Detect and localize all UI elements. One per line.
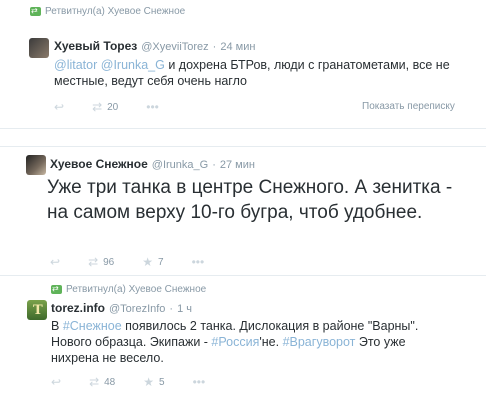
- reply-icon: ↩: [51, 375, 62, 389]
- author-handle[interactable]: @Irunka_G: [152, 159, 208, 171]
- retweet-count: 20: [107, 101, 119, 113]
- tweet-1[interactable]: Ретвитнул(а) Хуевое Снежное Хуевый Торез…: [0, 0, 486, 129]
- separator: ·: [169, 303, 174, 315]
- favorite-count: 5: [159, 376, 165, 388]
- retweet-context: Ретвитнул(а) Хуевое Снежное: [51, 284, 206, 295]
- retweet-count: 96: [103, 256, 115, 268]
- retweet-icon: ⇄: [88, 255, 99, 269]
- more-icon: •••: [192, 375, 206, 389]
- retweet-context-text[interactable]: Ретвитнул(а) Хуевое Снежное: [45, 6, 185, 17]
- retweet-badge-icon: [30, 6, 41, 16]
- more-icon: •••: [146, 100, 159, 114]
- tweet-actions: ↩ ⇄ 96 ★ 7 •••: [50, 255, 232, 269]
- star-icon: ★: [143, 375, 155, 389]
- more-button[interactable]: •••: [192, 255, 205, 269]
- star-icon: ★: [142, 255, 154, 269]
- author-handle[interactable]: @TorezInfo: [109, 303, 165, 315]
- favorite-button[interactable]: ★ 7: [142, 255, 163, 269]
- reply-button[interactable]: ↩: [54, 100, 64, 114]
- reply-icon: ↩: [50, 255, 61, 269]
- more-icon: •••: [191, 255, 205, 269]
- separator: ·: [212, 41, 217, 53]
- hashtag-link[interactable]: #Врагуворот: [283, 335, 356, 349]
- retweet-button[interactable]: ⇄ 48: [89, 375, 115, 389]
- more-button[interactable]: •••: [193, 375, 206, 389]
- retweet-badge-icon: [51, 284, 62, 294]
- tweet-header: Хуевый Торез @XyeviiTorez · 24 мин: [54, 39, 255, 53]
- tweet-header: Хуевое Снежное @Irunka_G · 27 мин: [50, 157, 255, 171]
- favorite-button[interactable]: ★ 5: [143, 375, 164, 389]
- tweet-text: @litator @Irunka_G и дохрена БТРов, люди…: [54, 57, 464, 89]
- tweet-actions: ↩ ⇄ 48 ★ 5 •••: [51, 375, 233, 389]
- author-name[interactable]: torez.info: [51, 301, 105, 315]
- tweet-header: torez.info @TorezInfo · 1 ч: [51, 301, 192, 315]
- hashtag-link[interactable]: #Россия: [211, 335, 259, 349]
- retweet-icon: ⇄: [92, 100, 103, 114]
- author-handle[interactable]: @XyeviiTorez: [141, 41, 208, 53]
- more-button[interactable]: •••: [146, 100, 159, 114]
- tweet-text: Уже три танка в центре Снежного. А зенит…: [47, 177, 453, 223]
- author-name[interactable]: Хуевое Снежное: [50, 157, 148, 171]
- separator: ·: [212, 159, 216, 171]
- tweet-2[interactable]: Хуевое Снежное @Irunka_G · 27 мин Уже тр…: [0, 146, 486, 276]
- retweet-count: 48: [104, 376, 116, 388]
- hashtag-link[interactable]: #Снежное: [63, 319, 122, 333]
- favorite-count: 7: [158, 256, 164, 268]
- retweet-icon: ⇄: [89, 375, 100, 389]
- retweet-button[interactable]: ⇄ 20: [92, 100, 118, 114]
- tweet-text-segment: 'не.: [259, 335, 283, 349]
- tweet-text: В #Снежное появилось 2 танка. Дислокация…: [51, 318, 456, 366]
- avatar[interactable]: [27, 300, 47, 320]
- avatar[interactable]: [29, 38, 49, 58]
- timestamp[interactable]: 27 мин: [220, 159, 255, 171]
- retweet-context-text[interactable]: Ретвитнул(а) Хуевое Снежное: [66, 284, 206, 295]
- author-name[interactable]: Хуевый Торез: [54, 39, 137, 53]
- tweet-3[interactable]: Ретвитнул(а) Хуевое Снежное torez.info @…: [0, 276, 486, 400]
- reply-icon: ↩: [54, 100, 65, 114]
- tweet-text-segment: В: [51, 319, 63, 333]
- show-conversation-link[interactable]: Показать переписку: [362, 101, 455, 112]
- timestamp[interactable]: 24 мин: [220, 41, 255, 53]
- retweet-button[interactable]: ⇄ 96: [88, 255, 114, 269]
- avatar[interactable]: [26, 155, 46, 175]
- retweet-context: Ретвитнул(а) Хуевое Снежное: [30, 6, 185, 17]
- timestamp[interactable]: 1 ч: [177, 303, 192, 315]
- reply-button[interactable]: ↩: [51, 375, 61, 389]
- mention-link[interactable]: @litator: [54, 58, 97, 72]
- reply-button[interactable]: ↩: [50, 255, 60, 269]
- tweet-actions: ↩ ⇄ 20 •••: [54, 100, 187, 114]
- mention-link[interactable]: @Irunka_G: [101, 58, 165, 72]
